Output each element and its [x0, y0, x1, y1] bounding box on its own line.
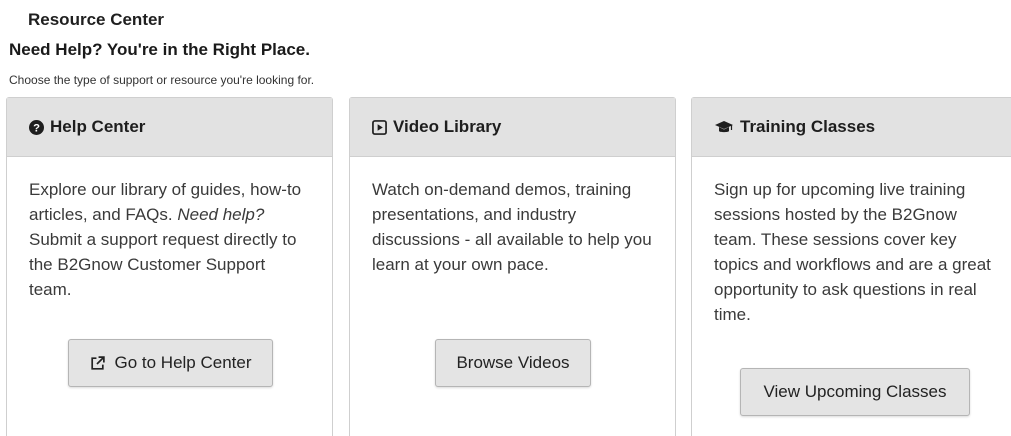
need-help-emphasis: Need help?: [177, 205, 265, 224]
resource-center-page: Resource Center Need Help? You're in the…: [0, 0, 1011, 436]
help-center-card-header: ? Help Center: [7, 98, 332, 157]
question-circle-icon: ?: [29, 119, 44, 135]
video-library-card-body: Watch on-demand demos, training presenta…: [350, 157, 675, 277]
training-classes-card-header: Training Classes: [692, 98, 1011, 157]
svg-text:?: ?: [33, 122, 40, 134]
go-to-help-center-label: Go to Help Center: [114, 353, 252, 372]
training-classes-description: Sign up for upcoming live training sessi…: [714, 180, 991, 324]
video-library-card-title: Video Library: [393, 117, 502, 136]
video-library-description: Watch on-demand demos, training presenta…: [372, 180, 652, 274]
training-classes-card-body: Sign up for upcoming live training sessi…: [692, 157, 1011, 327]
help-subheading: Choose the type of support or resource y…: [9, 73, 315, 87]
help-center-description-cont: Submit a support request directly to the…: [29, 230, 297, 299]
help-center-card-title: Help Center: [50, 117, 146, 136]
page-title: Resource Center: [28, 10, 165, 29]
video-library-card: Video Library Watch on-demand demos, tra…: [349, 97, 676, 436]
video-library-card-header: Video Library: [350, 98, 675, 157]
training-classes-card: Training Classes Sign up for upcoming li…: [691, 97, 1011, 436]
browse-videos-button[interactable]: Browse Videos: [435, 339, 591, 387]
help-center-card-body: Explore our library of guides, how-to ar…: [7, 157, 332, 302]
view-upcoming-classes-button[interactable]: View Upcoming Classes: [740, 368, 970, 416]
view-upcoming-classes-label: View Upcoming Classes: [763, 382, 947, 401]
play-square-icon: [372, 119, 387, 135]
external-link-icon: [89, 355, 106, 372]
training-classes-card-title: Training Classes: [740, 117, 876, 136]
help-heading: Need Help? You're in the Right Place.: [9, 40, 310, 59]
help-center-card: ? Help Center Explore our library of gui…: [6, 97, 333, 436]
graduation-cap-icon: [714, 120, 734, 135]
browse-videos-label: Browse Videos: [456, 353, 570, 372]
go-to-help-center-button[interactable]: Go to Help Center: [68, 339, 273, 387]
